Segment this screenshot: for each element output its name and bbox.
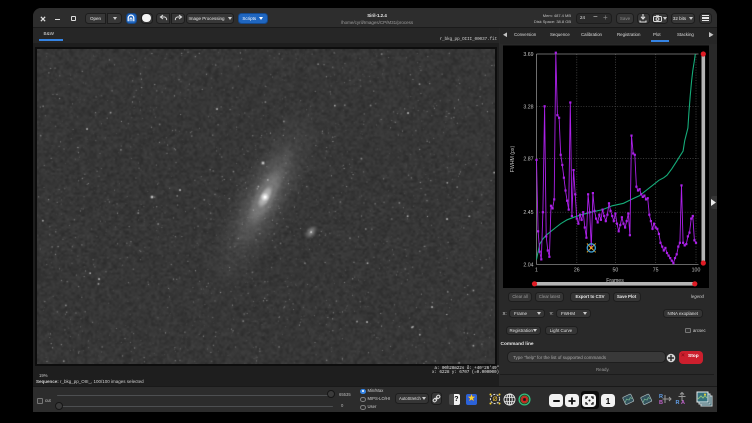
svg-text:50: 50 (613, 268, 619, 274)
svg-text:3.28: 3.28 (523, 104, 533, 110)
svg-text:3.69: 3.69 (523, 52, 533, 58)
svg-text:Ø: Ø (493, 396, 498, 403)
svg-text:2.04: 2.04 (523, 263, 533, 269)
svg-text:FWHM (px): FWHM (px) (510, 145, 516, 172)
svg-text:75: 75 (653, 268, 659, 274)
svg-text:2.45: 2.45 (523, 210, 533, 216)
svg-text:100: 100 (692, 268, 701, 274)
svg-text:1: 1 (535, 268, 538, 274)
svg-text:R: R (676, 400, 680, 406)
svg-text:B: B (659, 400, 663, 406)
svg-text:2.87: 2.87 (523, 157, 533, 163)
svg-text:26: 26 (574, 268, 580, 274)
